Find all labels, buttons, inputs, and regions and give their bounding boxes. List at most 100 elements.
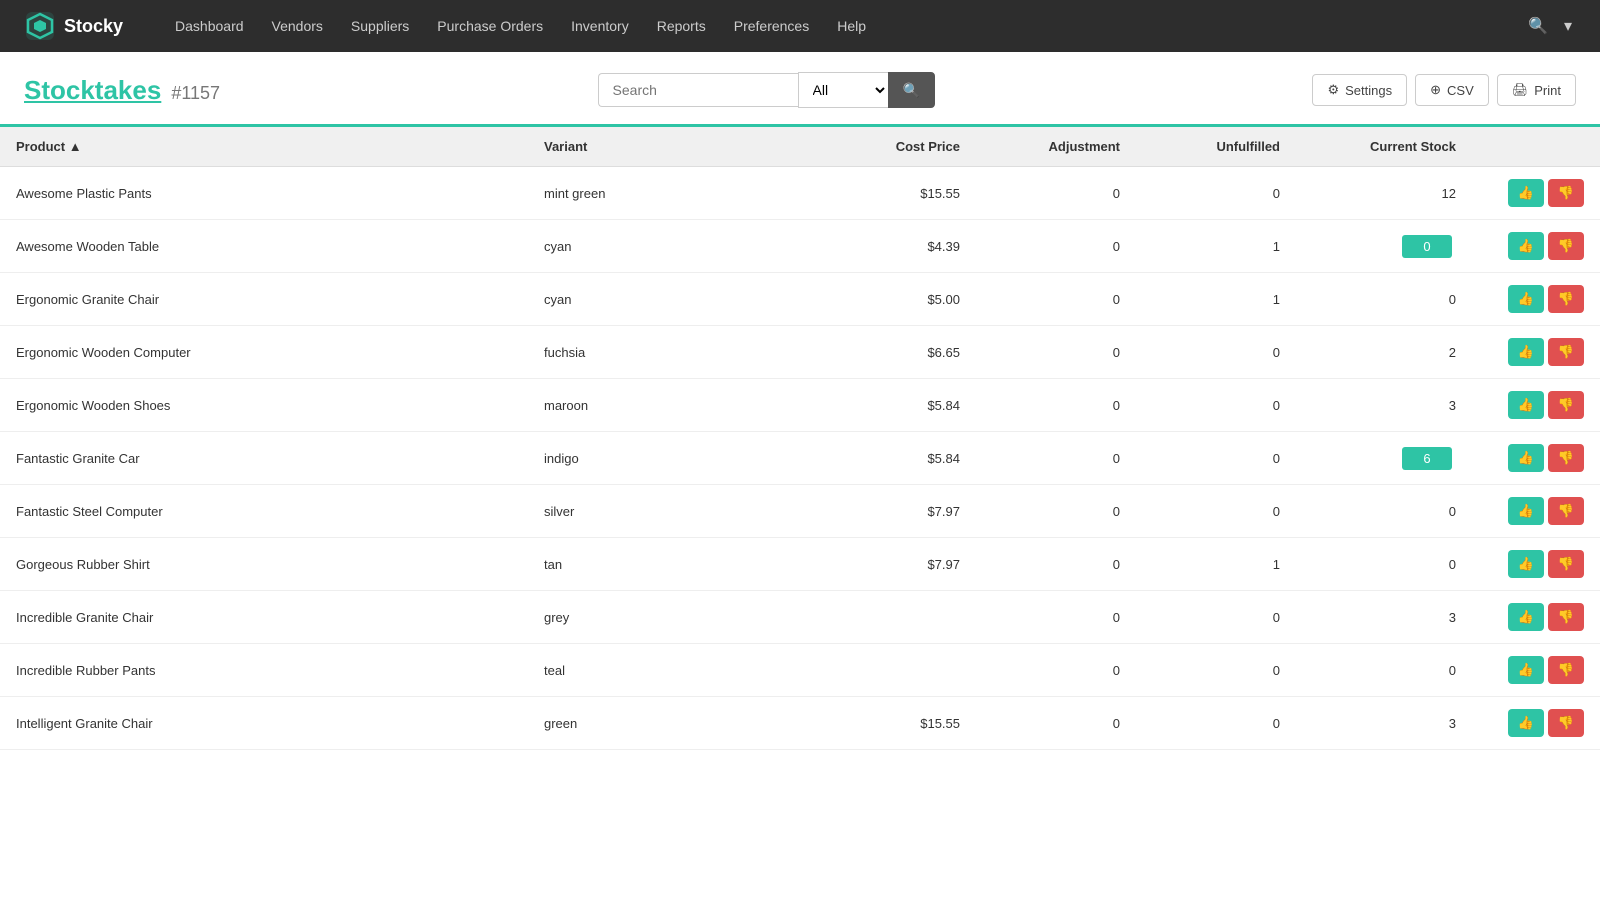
cell-current-stock[interactable]: 0 xyxy=(1296,485,1472,538)
cell-variant: fuchsia xyxy=(528,326,816,379)
reject-button[interactable]: 👎 xyxy=(1548,656,1584,684)
action-cell: 👍 👎 xyxy=(1488,550,1584,578)
nav-icons: 🔍 ▾ xyxy=(1524,12,1576,40)
cell-unfulfilled: 1 xyxy=(1136,538,1296,591)
csv-button[interactable]: ⊕ CSV xyxy=(1415,74,1489,106)
col-header-product[interactable]: Product ▲ xyxy=(0,127,528,167)
reject-button[interactable]: 👎 xyxy=(1548,179,1584,207)
search-group: All Product Variant SKU 🔍 xyxy=(598,72,935,108)
cell-product: Fantastic Granite Car xyxy=(0,432,528,485)
search-button[interactable]: 🔍 xyxy=(888,72,935,108)
col-header-unfulfilled[interactable]: Unfulfilled xyxy=(1136,127,1296,167)
col-header-cost-price[interactable]: Cost Price xyxy=(816,127,976,167)
reject-button[interactable]: 👎 xyxy=(1548,497,1584,525)
table-row: Ergonomic Wooden Computerfuchsia$6.65002… xyxy=(0,326,1600,379)
table-row: Awesome Wooden Tablecyan$4.39010 👍 👎 xyxy=(0,220,1600,273)
cell-product: Awesome Plastic Pants xyxy=(0,167,528,220)
reject-button[interactable]: 👎 xyxy=(1548,338,1584,366)
stock-highlighted-value[interactable]: 0 xyxy=(1402,235,1452,258)
cell-current-stock[interactable]: 0 xyxy=(1296,538,1472,591)
nav-inventory[interactable]: Inventory xyxy=(559,12,641,40)
cell-unfulfilled: 0 xyxy=(1136,326,1296,379)
approve-button[interactable]: 👍 xyxy=(1508,603,1544,631)
search-nav-icon[interactable]: 🔍 xyxy=(1524,12,1552,40)
nav-purchase-orders[interactable]: Purchase Orders xyxy=(425,12,555,40)
reject-button[interactable]: 👎 xyxy=(1548,444,1584,472)
print-button[interactable]: 🖨 Print xyxy=(1497,74,1576,106)
cell-current-stock[interactable]: 3 xyxy=(1296,379,1472,432)
cell-adjustment: 0 xyxy=(976,432,1136,485)
col-header-variant[interactable]: Variant xyxy=(528,127,816,167)
cell-cost-price: $5.00 xyxy=(816,273,976,326)
cell-actions: 👍 👎 xyxy=(1472,485,1600,538)
nav-preferences[interactable]: Preferences xyxy=(722,12,821,40)
approve-button[interactable]: 👍 xyxy=(1508,550,1544,578)
cell-current-stock[interactable]: 6 xyxy=(1296,432,1472,485)
chevron-down-icon[interactable]: ▾ xyxy=(1560,12,1576,40)
nav-reports[interactable]: Reports xyxy=(645,12,718,40)
reject-button[interactable]: 👎 xyxy=(1548,550,1584,578)
settings-button[interactable]: ⚙ Settings xyxy=(1312,74,1407,106)
table-row: Ergonomic Wooden Shoesmaroon$5.84003 👍 👎 xyxy=(0,379,1600,432)
reject-button[interactable]: 👎 xyxy=(1548,391,1584,419)
cell-current-stock[interactable]: 0 xyxy=(1296,273,1472,326)
approve-button[interactable]: 👍 xyxy=(1508,179,1544,207)
action-cell: 👍 👎 xyxy=(1488,338,1584,366)
approve-button[interactable]: 👍 xyxy=(1508,285,1544,313)
cell-unfulfilled: 0 xyxy=(1136,379,1296,432)
approve-button[interactable]: 👍 xyxy=(1508,709,1544,737)
cell-actions: 👍 👎 xyxy=(1472,591,1600,644)
search-input[interactable] xyxy=(598,73,798,107)
filter-select[interactable]: All Product Variant SKU xyxy=(798,72,888,108)
nav-vendors[interactable]: Vendors xyxy=(260,12,335,40)
nav-dashboard[interactable]: Dashboard xyxy=(163,12,256,40)
cell-current-stock[interactable]: 3 xyxy=(1296,591,1472,644)
reject-button[interactable]: 👎 xyxy=(1548,709,1584,737)
cell-current-stock[interactable]: 12 xyxy=(1296,167,1472,220)
cell-variant: tan xyxy=(528,538,816,591)
cell-product: Ergonomic Wooden Shoes xyxy=(0,379,528,432)
approve-button[interactable]: 👍 xyxy=(1508,391,1544,419)
print-icon: 🖨 xyxy=(1512,82,1529,98)
cell-actions: 👍 👎 xyxy=(1472,220,1600,273)
approve-button[interactable]: 👍 xyxy=(1508,338,1544,366)
cell-adjustment: 0 xyxy=(976,485,1136,538)
cell-unfulfilled: 1 xyxy=(1136,273,1296,326)
reject-button[interactable]: 👎 xyxy=(1548,603,1584,631)
reject-button[interactable]: 👎 xyxy=(1548,285,1584,313)
approve-button[interactable]: 👍 xyxy=(1508,232,1544,260)
approve-button[interactable]: 👍 xyxy=(1508,656,1544,684)
cell-product: Fantastic Steel Computer xyxy=(0,485,528,538)
table-row: Gorgeous Rubber Shirttan$7.97010 👍 👎 xyxy=(0,538,1600,591)
cell-current-stock[interactable]: 2 xyxy=(1296,326,1472,379)
action-cell: 👍 👎 xyxy=(1488,656,1584,684)
reject-button[interactable]: 👎 xyxy=(1548,232,1584,260)
approve-button[interactable]: 👍 xyxy=(1508,497,1544,525)
brand[interactable]: Stocky xyxy=(24,10,123,42)
cell-current-stock[interactable]: 0 xyxy=(1296,644,1472,697)
nav-suppliers[interactable]: Suppliers xyxy=(339,12,421,40)
col-header-adjustment[interactable]: Adjustment xyxy=(976,127,1136,167)
approve-button[interactable]: 👍 xyxy=(1508,444,1544,472)
table-row: Incredible Rubber Pantsteal000 👍 👎 xyxy=(0,644,1600,697)
cell-actions: 👍 👎 xyxy=(1472,273,1600,326)
nav-help[interactable]: Help xyxy=(825,12,878,40)
cell-cost-price: $15.55 xyxy=(816,697,976,750)
cell-adjustment: 0 xyxy=(976,538,1136,591)
stock-highlighted-value[interactable]: 6 xyxy=(1402,447,1452,470)
cell-current-stock[interactable]: 3 xyxy=(1296,697,1472,750)
navbar: Stocky Dashboard Vendors Suppliers Purch… xyxy=(0,0,1600,52)
table-row: Fantastic Steel Computersilver$7.97000 👍… xyxy=(0,485,1600,538)
action-cell: 👍 👎 xyxy=(1488,232,1584,260)
cell-adjustment: 0 xyxy=(976,167,1136,220)
cell-adjustment: 0 xyxy=(976,326,1136,379)
cell-unfulfilled: 1 xyxy=(1136,220,1296,273)
table-row: Incredible Granite Chairgrey003 👍 👎 xyxy=(0,591,1600,644)
cell-adjustment: 0 xyxy=(976,644,1136,697)
table-row: Ergonomic Granite Chaircyan$5.00010 👍 👎 xyxy=(0,273,1600,326)
cell-current-stock[interactable]: 0 xyxy=(1296,220,1472,273)
table-container: Product ▲ Variant Cost Price Adjustment … xyxy=(0,127,1600,750)
page-title: Stocktakes xyxy=(24,75,161,106)
action-cell: 👍 👎 xyxy=(1488,709,1584,737)
col-header-current-stock[interactable]: Current Stock xyxy=(1296,127,1472,167)
